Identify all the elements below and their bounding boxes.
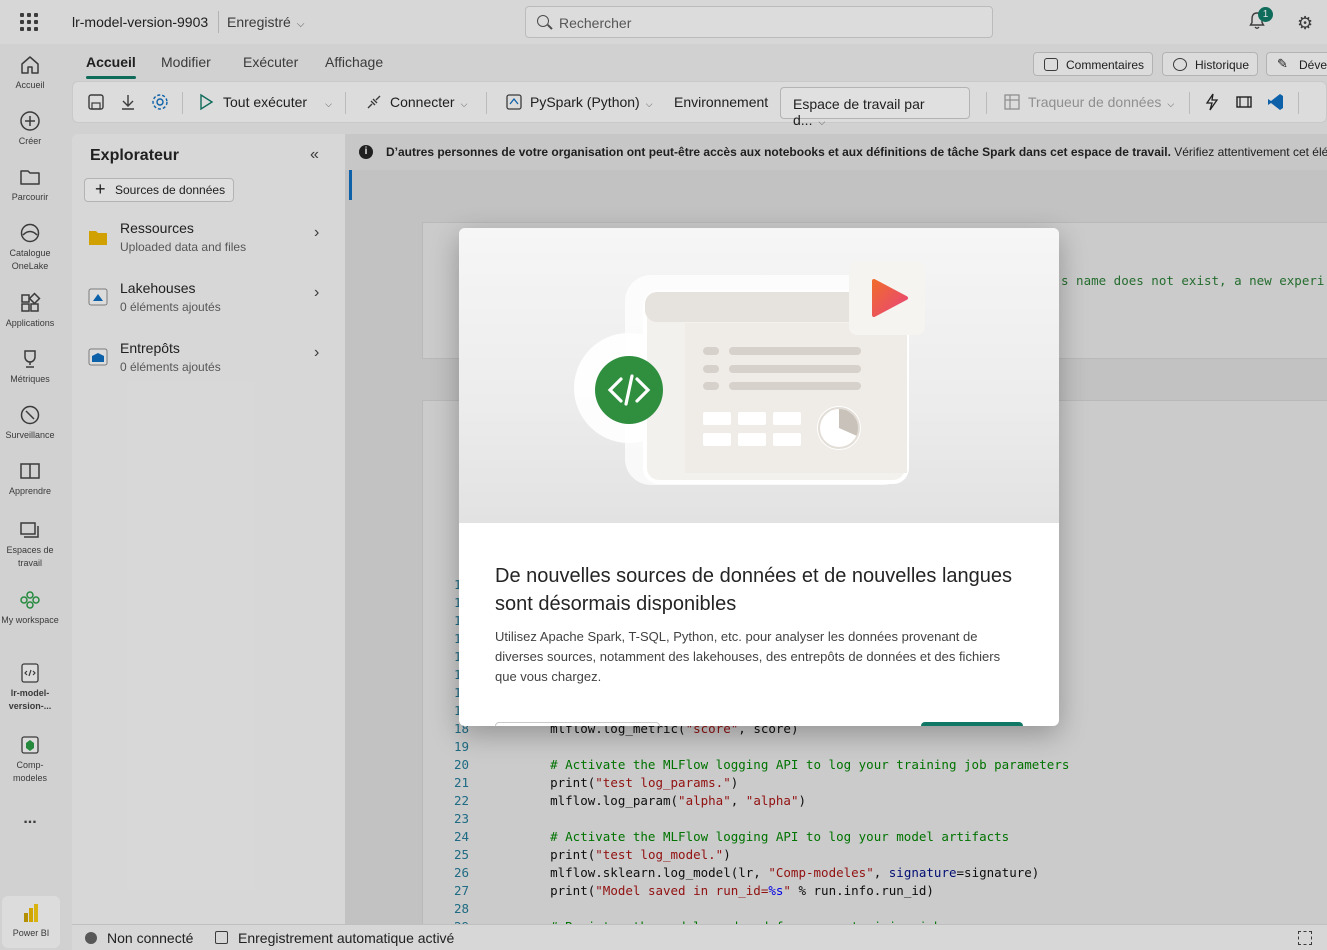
notebook-illustration: [574, 261, 925, 485]
dialog-illustration: [459, 228, 1059, 523]
dialog-secondary-button[interactable]: [495, 722, 660, 726]
dialog-title: De nouvelles sources de données et de no…: [495, 565, 1013, 615]
dialog-body: Utilisez Apache Spark, T-SQL, Python, et…: [495, 629, 1001, 684]
whats-new-dialog: De nouvelles sources de données et de no…: [459, 228, 1059, 726]
dialog-primary-button[interactable]: [921, 722, 1023, 726]
